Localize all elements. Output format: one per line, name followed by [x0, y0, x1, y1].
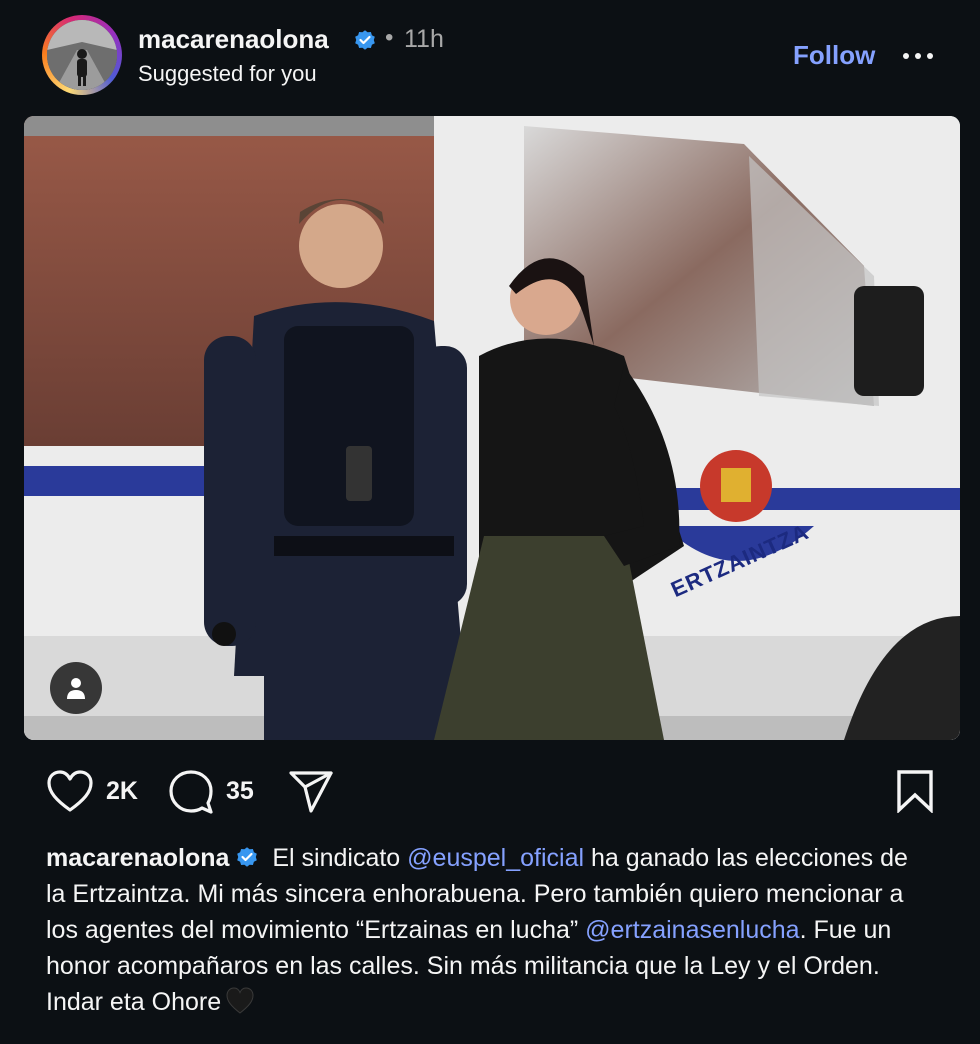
- more-dots-icon[interactable]: [900, 44, 936, 68]
- mention-link[interactable]: @ertzainasenlucha: [585, 916, 799, 944]
- time-separator: •: [385, 24, 394, 51]
- follow-button[interactable]: Follow: [793, 40, 875, 71]
- comment-bubble-icon[interactable]: [167, 768, 215, 816]
- paper-plane-icon[interactable]: [287, 769, 335, 815]
- bookmark-icon[interactable]: [895, 769, 935, 813]
- heart-icon[interactable]: [46, 770, 94, 814]
- username[interactable]: macarenaolona: [138, 24, 329, 55]
- user-tag-icon: [67, 678, 85, 699]
- suggested-label: Suggested for you: [138, 61, 317, 86]
- caption-username[interactable]: macarenaolona: [46, 844, 229, 872]
- like-count[interactable]: 2K: [106, 777, 138, 806]
- verified-badge-icon: [237, 847, 258, 867]
- action-bar: 2K 35: [0, 760, 980, 824]
- caption-text: El sindicato: [265, 844, 408, 872]
- mention-link[interactable]: @euspel_oficial: [407, 844, 584, 872]
- post-time: 11h: [404, 25, 444, 53]
- story-ring-avatar[interactable]: [42, 15, 122, 95]
- black-heart-emoji: [226, 987, 254, 1014]
- post-photo[interactable]: ERTZAINTZA: [24, 116, 960, 740]
- verified-badge-icon: [355, 30, 375, 50]
- user-tag-button[interactable]: [50, 662, 102, 714]
- avatar[interactable]: [47, 20, 117, 90]
- comment-count[interactable]: 35: [226, 777, 254, 806]
- post-header: macarenaolona • 11h Suggested for you Fo…: [0, 0, 980, 112]
- post-caption: macarenaolona El sindicato @euspel_ofici…: [46, 840, 926, 1020]
